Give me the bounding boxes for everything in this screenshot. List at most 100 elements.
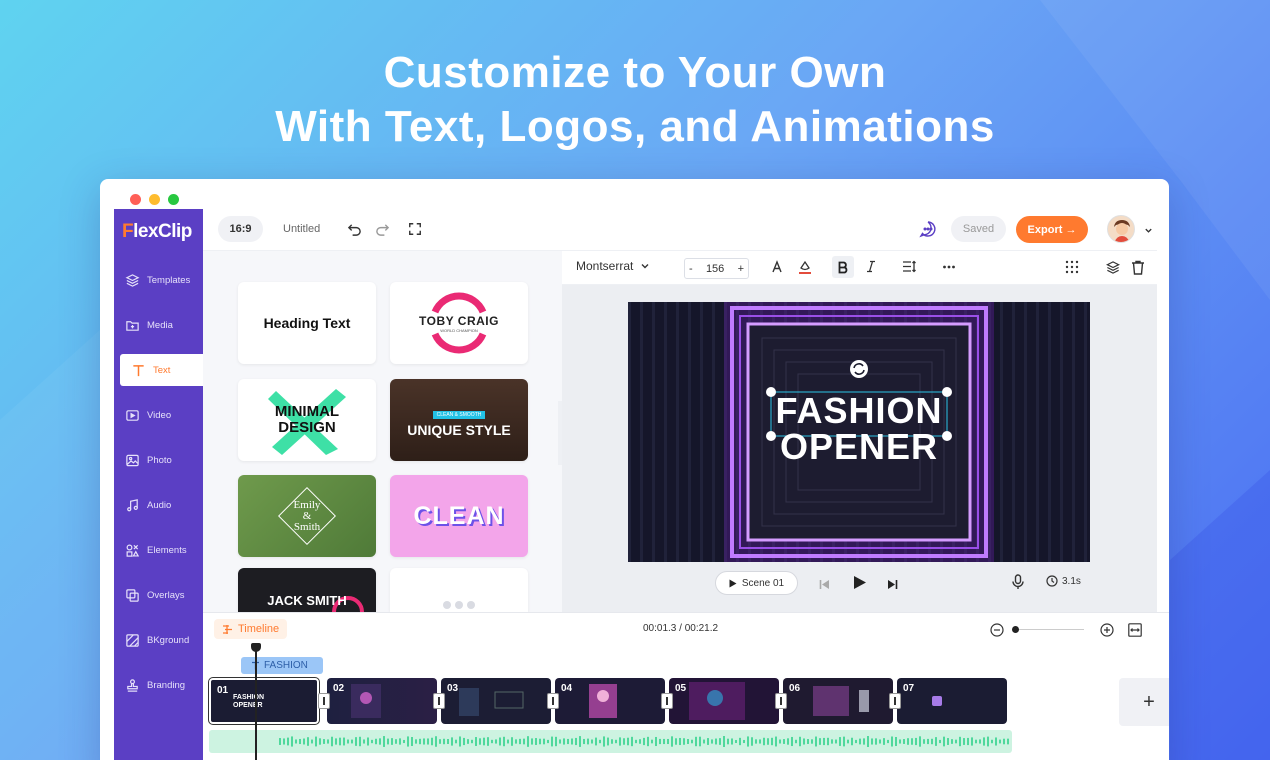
sidebar-item-bkground[interactable]: BKground [114,624,203,656]
chat-icon[interactable] [919,220,937,238]
sidebar-item-label: Branding [147,679,186,691]
waveform-bar [919,736,921,747]
play-button[interactable] [853,575,867,595]
bold-button[interactable] [832,256,854,278]
waveform-bar [791,736,793,747]
microphone-icon[interactable] [1012,574,1024,595]
maximize-window-button[interactable] [168,194,179,205]
aspect-ratio-button[interactable]: 16:9 [218,216,263,242]
fullscreen-icon[interactable] [406,220,424,238]
transition-handle[interactable] [889,693,901,709]
zoom-out-icon[interactable] [990,623,1004,642]
waveform-bar [867,736,869,747]
scene-clip-02[interactable]: 02 [327,678,437,724]
text-track-clip[interactable]: FASHION [241,657,323,674]
text-template-unique-style[interactable]: CLEAN & SMOOTH UNIQUE STYLE [390,379,528,461]
font-family-select[interactable]: Montserrat [576,259,650,273]
scene-clip-04[interactable]: 04 [555,678,665,724]
waveform-bar [367,737,369,746]
font-size-increase-button[interactable]: + [738,263,744,275]
text-template-heading[interactable]: Heading Text [238,282,376,364]
scene-clip-03[interactable]: 03 [441,678,551,724]
scene-clip-05[interactable]: 05 [669,678,779,724]
avatar[interactable] [1107,215,1135,243]
skip-back-icon[interactable] [819,577,830,595]
add-scene-button[interactable]: + [1119,678,1169,726]
waveform-bar [907,738,909,745]
transition-handle[interactable] [661,693,673,709]
close-window-button[interactable] [130,194,141,205]
sidebar-item-overlays[interactable]: Overlays [114,579,203,611]
sidebar-item-text[interactable]: Text [120,354,203,386]
text-template-jack-smith[interactable]: JACK SMITH [238,568,376,612]
zoom-in-icon[interactable] [1100,623,1114,642]
text-template-toby-craig[interactable]: TOBY CRAIG WORLD CHAMPION [390,282,528,364]
sidebar-item-photo[interactable]: Photo [114,444,203,476]
redo-icon[interactable] [373,220,391,238]
sidebar-item-label: Text [153,364,171,376]
layers-icon[interactable] [1105,260,1121,275]
undo-icon[interactable] [345,220,363,238]
chevron-down-icon[interactable] [1143,221,1153,239]
zoom-slider-knob[interactable] [1012,626,1019,633]
waveform-bar [707,738,709,745]
scene-clip-06[interactable]: 06 [783,678,893,724]
transition-handle[interactable] [433,693,445,709]
transition-handle[interactable] [318,693,330,709]
sidebar-item-branding[interactable]: Branding [114,669,203,701]
more-options-icon[interactable] [942,260,956,274]
playhead[interactable] [251,643,261,760]
spacing-icon[interactable] [902,260,917,273]
audio-track[interactable] [209,730,1012,753]
flexclip-logo[interactable]: FlexClip [122,221,192,243]
scene-clip-01[interactable]: 01 FASHION OPENER [209,678,319,724]
scene-label: Scene 01 [741,577,785,589]
font-size-value[interactable]: 156 [706,263,724,275]
waveform-bar [771,737,773,746]
video-canvas[interactable]: FASHION OPENER [628,302,1090,562]
zoom-slider[interactable] [1012,626,1084,633]
waveform-bar [875,738,877,745]
delete-icon[interactable] [1131,260,1145,275]
sidebar-item-label: BKground [147,634,190,646]
text-template-clean[interactable]: CLEAN [390,475,528,557]
minimize-window-button[interactable] [149,194,160,205]
fit-width-icon[interactable] [1128,623,1142,642]
text-template-emily-smith[interactable]: Emily & Smith [238,475,376,557]
text-template-minimal-design[interactable]: MINIMAL DESIGN [238,379,376,461]
transition-handle[interactable] [775,693,787,709]
waveform-bar [899,739,901,744]
scene-number: 04 [561,683,573,694]
sidebar-item-media[interactable]: Media [114,309,203,341]
card-tag: CLEAN & SMOOTH [432,410,486,419]
skip-forward-icon[interactable] [887,577,898,595]
sidebar-item-templates[interactable]: Templates [114,264,203,296]
project-title[interactable]: Untitled [283,223,320,235]
waveform-bar [483,737,485,746]
scene-clip-07[interactable]: 07 [897,678,1007,724]
font-size-decrease-button[interactable]: - [689,263,693,275]
grid-icon[interactable] [1065,260,1079,274]
sidebar-item-elements[interactable]: Elements [114,534,203,566]
text-color-icon[interactable] [770,260,784,274]
transition-handle[interactable] [547,693,559,709]
scene-selector-button[interactable]: Scene 01 [715,571,798,595]
sidebar-item-audio[interactable]: Audio [114,489,203,521]
sidebar-item-video[interactable]: Video [114,399,203,431]
card-title: TOBY CRAIG [419,313,499,328]
highlight-color-icon[interactable] [798,259,812,275]
waveform-bar [887,739,889,744]
waveform-bar [391,738,393,745]
export-button[interactable]: Export → [1016,216,1088,243]
text-template-more[interactable] [390,568,528,612]
waveform-bar [839,737,841,746]
saved-status-button[interactable]: Saved [951,216,1006,242]
canvas-title-text[interactable]: FASHION OPENER [628,393,1090,465]
waveform-bar [455,739,457,744]
font-size-stepper[interactable]: - 156 + [684,258,749,279]
timeline-tab-label: Timeline [238,623,280,635]
waveform-bar [287,737,289,746]
timeline-tab[interactable]: Timeline [214,619,288,639]
italic-icon[interactable] [865,260,877,273]
waveform-bar [947,738,949,745]
